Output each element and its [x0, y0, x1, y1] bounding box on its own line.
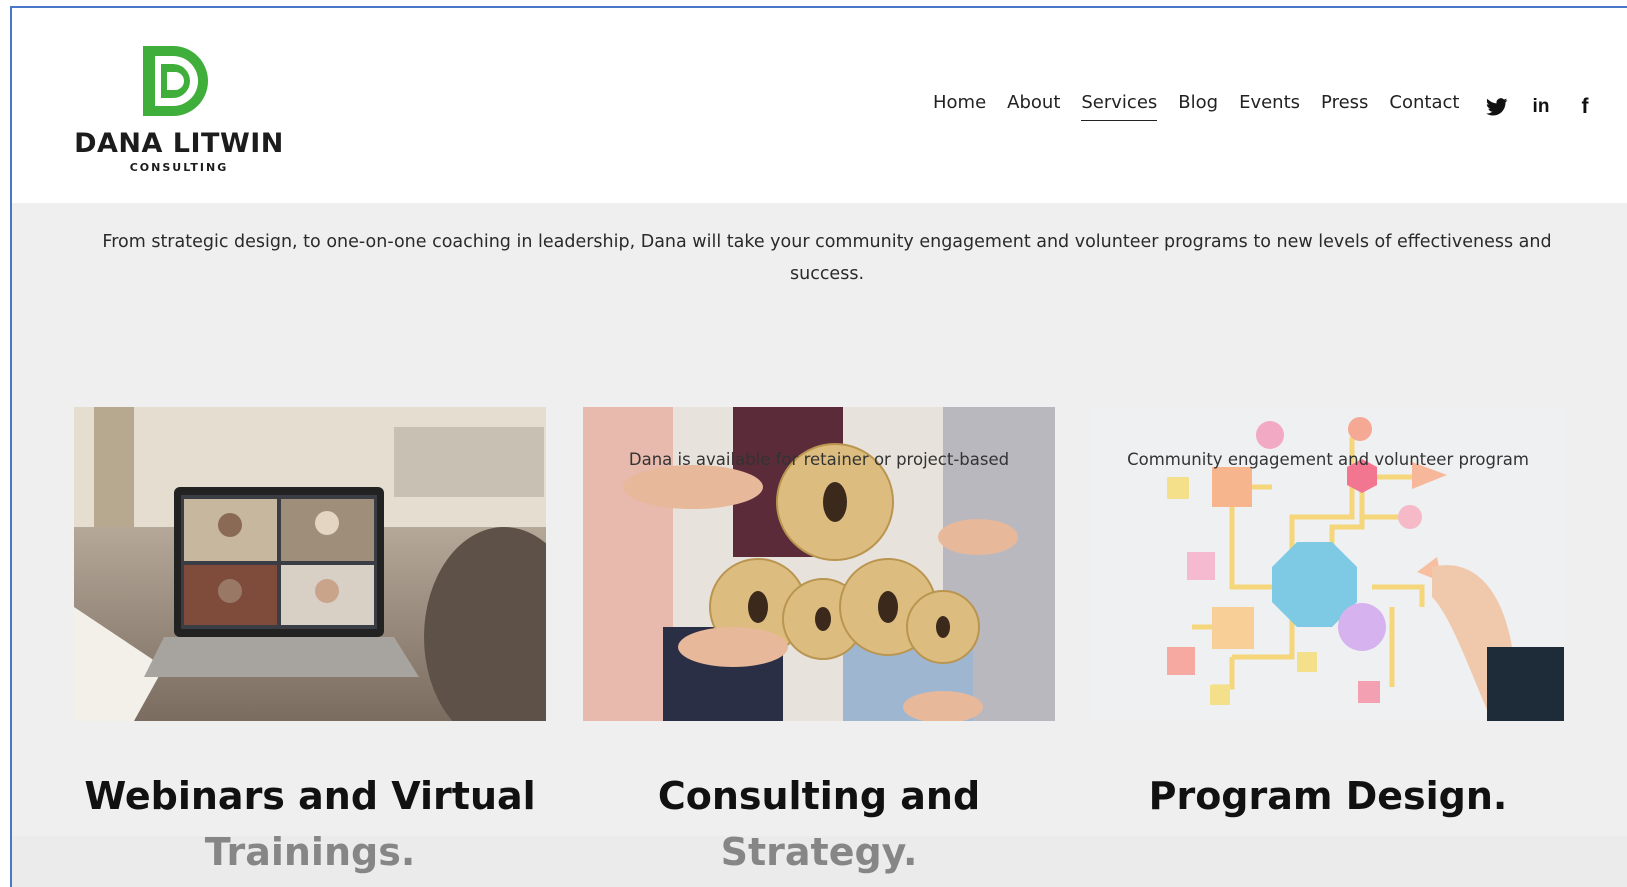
nav-item-press[interactable]: Press — [1321, 91, 1368, 121]
nav-item-events[interactable]: Events — [1239, 91, 1300, 121]
logo-mark-icon — [143, 46, 208, 116]
twitter-icon[interactable] — [1486, 96, 1508, 118]
nav-item-about[interactable]: About — [1007, 91, 1060, 121]
nav-item-services[interactable]: Services — [1081, 91, 1158, 121]
nav-item-contact[interactable]: Contact — [1389, 91, 1459, 121]
brand-name: DANA LITWIN — [74, 128, 284, 159]
video-call-laptop-photo — [74, 407, 546, 721]
linkedin-icon[interactable]: in — [1530, 96, 1552, 118]
service-description: Dana is available for retainer or projec… — [628, 450, 1010, 469]
nav-item-home[interactable]: Home — [933, 91, 986, 121]
intro-text: From strategic design, to one-on-one coa… — [102, 232, 1552, 284]
service-description: Community engagement and volunteer progr… — [1127, 450, 1529, 469]
browser-viewport: DANA LITWIN CONSULTING Home About Servic… — [10, 6, 1627, 887]
nav-item-blog[interactable]: Blog — [1178, 91, 1218, 121]
social-links: in f — [1486, 95, 1618, 118]
service-card-program-design: Program Design. — [1092, 407, 1564, 824]
site-header: DANA LITWIN CONSULTING Home About Servic… — [12, 8, 1627, 203]
bottom-overlay — [12, 836, 1627, 887]
main-nav: Home About Services Blog Events Press Co… — [933, 91, 1480, 121]
facebook-icon[interactable]: f — [1574, 95, 1596, 118]
logo[interactable]: DANA LITWIN CONSULTING — [74, 42, 284, 174]
service-card-webinars: Webinars and Virtual Trainings. — [74, 407, 546, 880]
service-title: Program Design. — [1148, 774, 1508, 818]
service-card-consulting: Consulting and Strategy. — [583, 407, 1055, 880]
brand-tagline: CONSULTING — [129, 161, 229, 174]
